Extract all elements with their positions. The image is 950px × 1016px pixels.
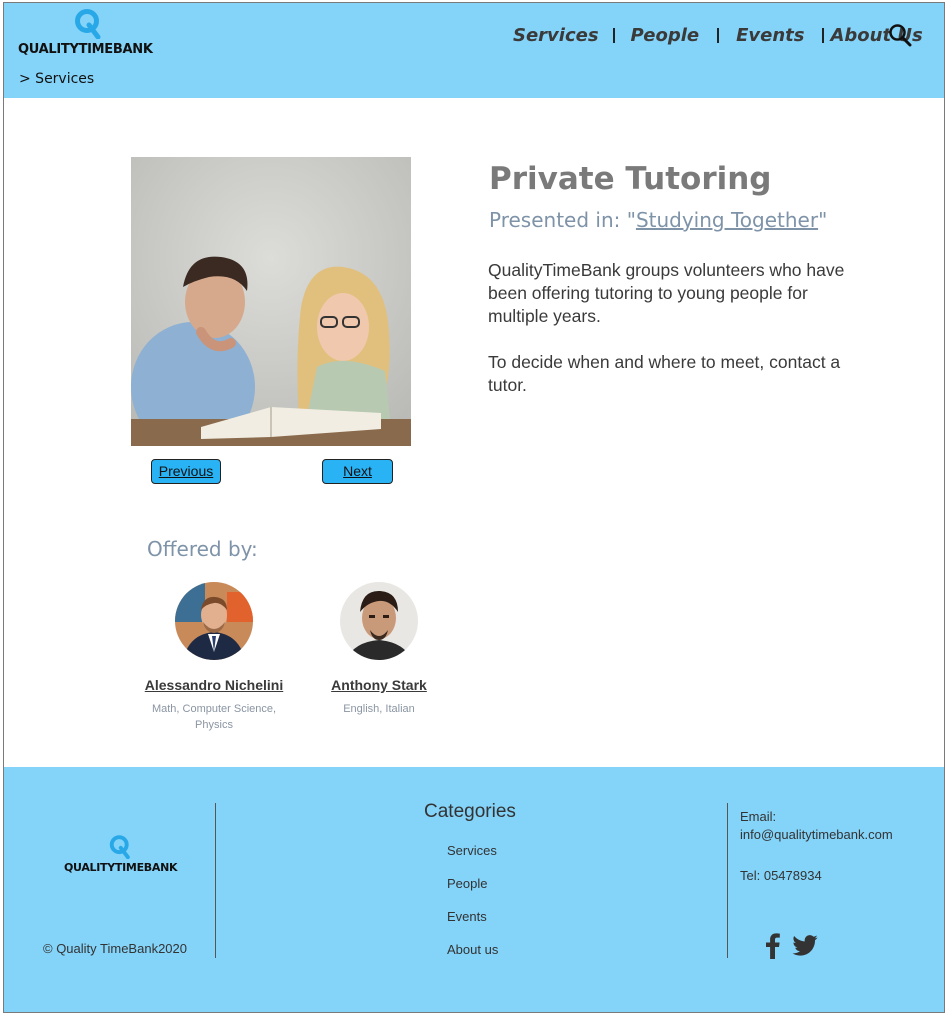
nav-services[interactable]: Services — [513, 25, 599, 46]
event-link[interactable]: Studying Together — [636, 208, 818, 232]
footer-divider — [215, 803, 216, 958]
footer-link-people[interactable]: People — [447, 876, 487, 891]
presented-in: Presented in: "Studying Together" — [489, 208, 827, 232]
provider-card: Alessandro Nichelini Math, Computer Scie… — [134, 582, 294, 733]
next-button[interactable]: Next — [322, 459, 393, 484]
provider-name[interactable]: Anthony Stark — [319, 677, 439, 693]
nav-separator — [822, 27, 825, 43]
previous-button[interactable]: Previous — [151, 459, 221, 484]
provider-name[interactable]: Alessandro Nichelini — [134, 677, 294, 693]
presented-prefix: Presented in: " — [489, 208, 636, 232]
service-description: QualityTimeBank groups volunteers who ha… — [488, 259, 858, 397]
footer-logo[interactable]: QUALITYTIMEBANK — [64, 835, 184, 875]
offered-by-heading: Offered by: — [147, 537, 258, 561]
email-address[interactable]: info@qualitytimebank.com — [740, 826, 893, 844]
email-label: Email: — [740, 809, 777, 824]
avatar[interactable] — [340, 582, 418, 660]
contact-email: Email: info@qualitytimebank.com — [740, 808, 893, 844]
main-nav: Services People Events About Us — [504, 21, 923, 49]
provider-card: Anthony Stark English, Italian — [319, 582, 439, 717]
site-logo[interactable]: QUALITYTIMEBANK — [18, 9, 168, 59]
nav-separator — [717, 27, 720, 43]
page: QUALITYTIMEBANK > Services Services Peop… — [3, 2, 945, 1013]
presented-suffix: " — [818, 208, 828, 232]
footer-link-about-us[interactable]: About us — [447, 942, 498, 957]
site-header: QUALITYTIMEBANK > Services Services Peop… — [4, 3, 944, 98]
site-footer: QUALITYTIMEBANK © Quality TimeBank2020 C… — [4, 767, 944, 1012]
service-title: Private Tutoring — [489, 161, 772, 197]
twitter-icon[interactable] — [792, 935, 818, 956]
footer-link-services[interactable]: Services — [447, 843, 497, 858]
contact-phone: Tel: 05478934 — [740, 868, 822, 883]
nav-events[interactable]: Events — [736, 25, 804, 46]
search-icon[interactable] — [888, 23, 912, 47]
nav-people[interactable]: People — [631, 25, 700, 46]
description-paragraph: QualityTimeBank groups volunteers who ha… — [488, 260, 845, 326]
provider-skills: Math, Computer Science, Physics — [151, 703, 277, 731]
footer-link-events[interactable]: Events — [447, 909, 487, 924]
copyright: © Quality TimeBank2020 — [43, 941, 187, 956]
logo-q-icon — [75, 9, 101, 39]
provider-skills: English, Italian — [343, 703, 415, 715]
service-photo — [131, 157, 411, 446]
facebook-icon[interactable] — [766, 933, 780, 959]
logo-wordmark: QUALITYTIMEBANK — [64, 861, 178, 874]
avatar[interactable] — [175, 582, 253, 660]
nav-separator — [612, 27, 615, 43]
categories-title: Categories — [424, 801, 516, 822]
breadcrumb[interactable]: > Services — [19, 71, 94, 87]
logo-q-icon — [109, 835, 130, 859]
footer-divider — [727, 803, 728, 958]
description-paragraph: To decide when and where to meet, contac… — [488, 352, 841, 395]
logo-wordmark: QUALITYTIMEBANK — [18, 42, 153, 57]
